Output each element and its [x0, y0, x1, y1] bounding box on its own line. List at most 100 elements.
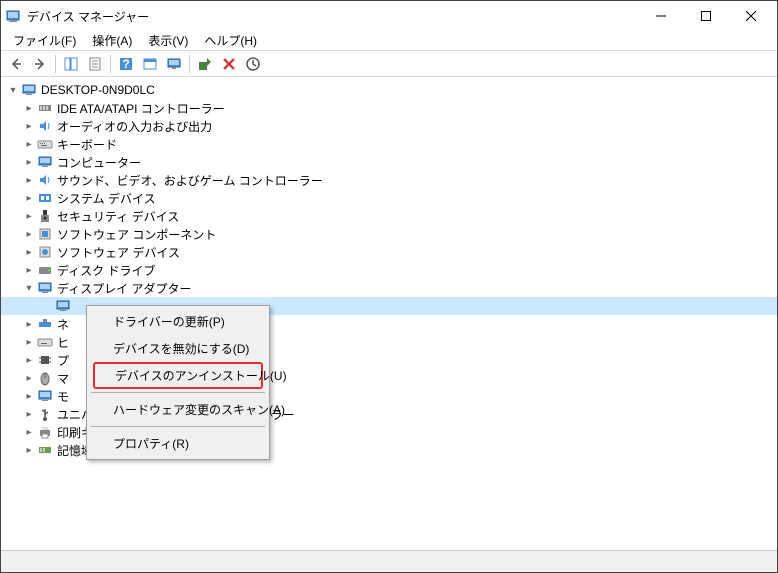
software-component-icon	[37, 226, 53, 242]
node-label: IDE ATA/ATAPI コントローラー	[57, 100, 225, 117]
network-adapter-icon	[37, 316, 53, 332]
node-label: モ	[57, 388, 69, 405]
minimize-icon	[656, 11, 666, 21]
chevron-right-icon[interactable]: ▸	[21, 244, 37, 260]
node-label: ソフトウェア コンポーネント	[57, 226, 216, 243]
chevron-right-icon[interactable]: ▸	[21, 226, 37, 242]
tree-node[interactable]: ▸ オーディオの入力および出力	[1, 117, 777, 135]
chevron-right-icon[interactable]: ▸	[21, 262, 37, 278]
menu-properties[interactable]: プロパティ(R)	[89, 430, 267, 457]
tree-node[interactable]: ▸ システム デバイス	[1, 189, 777, 207]
chevron-down-icon[interactable]: ▾	[5, 82, 21, 98]
chevron-down-icon[interactable]: ▾	[21, 280, 37, 296]
tree-view-icon	[63, 56, 79, 72]
chevron-right-icon[interactable]: ▸	[21, 406, 37, 422]
window-titlebar: デバイス マネージャー	[1, 1, 777, 31]
minimize-button[interactable]	[638, 2, 683, 30]
node-label: オーディオの入力および出力	[57, 118, 212, 135]
monitor-icon	[37, 388, 53, 404]
update-driver-button[interactable]	[242, 53, 264, 75]
maximize-button[interactable]	[683, 2, 728, 30]
tree-root-node[interactable]: ▾ DESKTOP-0N9D0LC	[1, 81, 777, 99]
toolbar-separator	[189, 55, 190, 73]
node-label: ネ	[57, 316, 69, 333]
menu-view[interactable]: 表示(V)	[140, 30, 196, 51]
properties-button[interactable]	[84, 53, 106, 75]
audio-icon	[37, 118, 53, 134]
root-label: DESKTOP-0N9D0LC	[41, 83, 155, 97]
node-label: ディスク ドライブ	[57, 262, 156, 279]
chevron-right-icon[interactable]: ▸	[21, 334, 37, 350]
display-adapter-icon	[55, 298, 71, 314]
chevron-right-icon[interactable]: ▸	[21, 172, 37, 188]
tree-node-display-adapter[interactable]: ▾ ディスプレイ アダプター	[1, 279, 777, 297]
chevron-right-icon[interactable]: ▸	[21, 154, 37, 170]
mouse-icon	[37, 370, 53, 386]
storage-controller-icon	[37, 442, 53, 458]
chevron-right-icon[interactable]: ▸	[21, 388, 37, 404]
uninstall-button[interactable]	[218, 53, 240, 75]
node-label: ソフトウェア デバイス	[57, 244, 180, 261]
system-device-icon	[37, 190, 53, 206]
tree-node[interactable]: ▸ コンピューター	[1, 153, 777, 171]
tree-node[interactable]: ▸ キーボード	[1, 135, 777, 153]
tree-node[interactable]: ▸ IDE ATA/ATAPI コントローラー	[1, 99, 777, 117]
tree-node[interactable]: ▸ セキュリティ デバイス	[1, 207, 777, 225]
svg-text:?: ?	[122, 57, 129, 71]
chevron-right-icon[interactable]: ▸	[21, 352, 37, 368]
menu-update-driver[interactable]: ドライバーの更新(P)	[89, 308, 267, 335]
scan-hardware-button[interactable]	[163, 53, 185, 75]
help-icon: ?	[118, 56, 134, 72]
keyboard-icon	[37, 136, 53, 152]
menu-uninstall-device[interactable]: デバイスのアンインストール(U)	[93, 362, 263, 389]
properties-icon	[87, 56, 103, 72]
tree-node[interactable]: ▸ ソフトウェア デバイス	[1, 243, 777, 261]
chevron-right-icon[interactable]: ▸	[21, 190, 37, 206]
node-label: ヒ	[57, 334, 69, 351]
action-button[interactable]	[139, 53, 161, 75]
maximize-icon	[701, 11, 711, 21]
chevron-right-icon[interactable]: ▸	[21, 118, 37, 134]
chevron-right-icon[interactable]: ▸	[21, 136, 37, 152]
sound-video-icon	[37, 172, 53, 188]
chevron-right-icon[interactable]: ▸	[21, 370, 37, 386]
toolbar-separator	[110, 55, 111, 73]
chevron-right-icon[interactable]: ▸	[21, 424, 37, 440]
help-button[interactable]: ?	[115, 53, 137, 75]
chevron-right-icon[interactable]: ▸	[21, 100, 37, 116]
menu-disable-device[interactable]: デバイスを無効にする(D)	[89, 335, 267, 362]
window-small-icon	[142, 56, 158, 72]
chevron-right-icon[interactable]: ▸	[21, 442, 37, 458]
menu-file[interactable]: ファイル(F)	[5, 30, 84, 51]
update-icon	[245, 56, 261, 72]
hid-icon	[37, 334, 53, 350]
tree-node[interactable]: ▸ サウンド、ビデオ、およびゲーム コントローラー	[1, 171, 777, 189]
enable-button[interactable]	[194, 53, 216, 75]
enable-icon	[197, 56, 213, 72]
node-label: システム デバイス	[57, 190, 156, 207]
tree-node[interactable]: ▸ ソフトウェア コンポーネント	[1, 225, 777, 243]
node-label: ディスプレイ アダプター	[57, 280, 192, 297]
statusbar	[1, 550, 777, 572]
back-button[interactable]	[5, 53, 27, 75]
tree-node[interactable]: ▸ ディスク ドライブ	[1, 261, 777, 279]
forward-icon	[32, 56, 48, 72]
forward-button[interactable]	[29, 53, 51, 75]
show-hide-tree-button[interactable]	[60, 53, 82, 75]
menu-scan-hardware[interactable]: ハードウェア変更のスキャン(A)	[89, 396, 267, 423]
menu-help[interactable]: ヘルプ(H)	[196, 30, 265, 51]
chevron-right-icon[interactable]: ▸	[21, 208, 37, 224]
node-label: マ	[57, 370, 69, 387]
node-label: サウンド、ビデオ、およびゲーム コントローラー	[57, 172, 323, 189]
printer-icon	[37, 424, 53, 440]
usb-icon	[37, 406, 53, 422]
node-label: キーボード	[57, 136, 117, 153]
node-label: コンピューター	[57, 154, 141, 171]
display-adapter-icon	[37, 280, 53, 296]
chevron-right-icon[interactable]: ▸	[21, 316, 37, 332]
close-button[interactable]	[728, 2, 773, 30]
menu-separator	[91, 392, 265, 393]
processor-icon	[37, 352, 53, 368]
disk-drive-icon	[37, 262, 53, 278]
menu-action[interactable]: 操作(A)	[84, 30, 140, 51]
